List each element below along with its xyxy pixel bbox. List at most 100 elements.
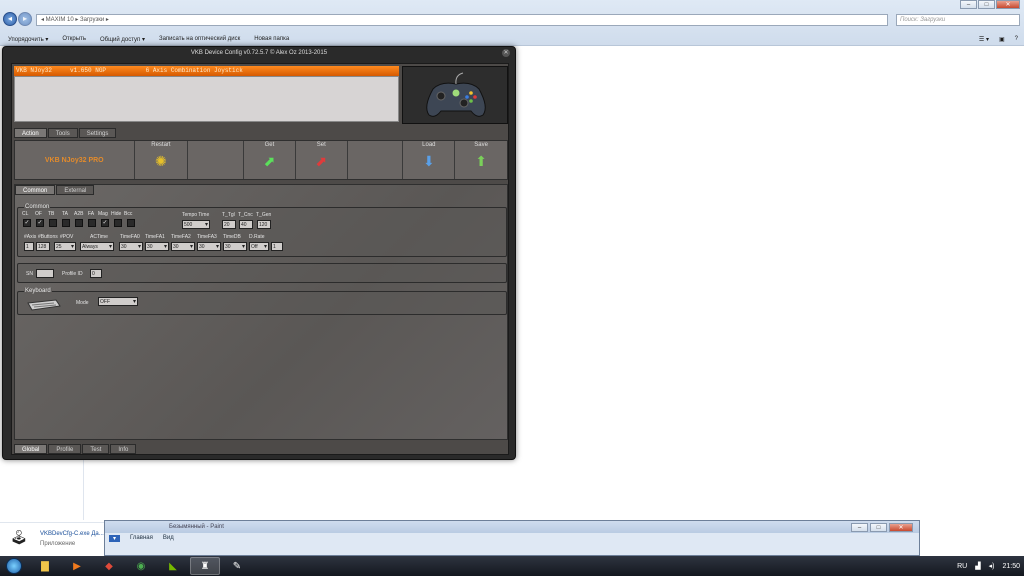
paint-tab-home[interactable]: Главная	[130, 535, 153, 541]
paint-icon[interactable]: ✎	[222, 557, 252, 575]
timedb-select[interactable]: 30	[223, 242, 247, 251]
help-icon[interactable]: ?	[1015, 36, 1018, 43]
forward-icon[interactable]: ▸	[18, 12, 32, 26]
actime-select[interactable]: Always	[80, 242, 114, 251]
paint-maximize-button[interactable]: □	[870, 522, 887, 532]
paint-close-button[interactable]: ✕	[889, 522, 913, 532]
save-button[interactable]: Save ⬆	[455, 141, 507, 179]
common-group-label: Common	[24, 204, 51, 210]
device-row[interactable]: VKB NJoy32 v1.650 NGP 6 Axis Combination…	[14, 66, 399, 76]
t-cnc-label: T_Cnc	[238, 212, 253, 218]
joystick-icon[interactable]: ♜	[190, 557, 220, 575]
paint-title: Безымянный - Paint	[169, 524, 224, 530]
share-button[interactable]: Общий доступ ▾	[100, 36, 145, 43]
tab-test[interactable]: Test	[82, 444, 110, 454]
t-gen-field[interactable]: 120	[257, 220, 271, 229]
restart-button[interactable]: Restart ✺	[135, 141, 189, 179]
close-button[interactable]: ✕	[996, 0, 1020, 9]
pov-label: #POV	[60, 234, 74, 240]
checkbox-fa[interactable]	[88, 219, 96, 227]
tab-action[interactable]: Action	[14, 128, 47, 138]
timefa1-select[interactable]: 30	[145, 242, 169, 251]
checkbox-mag[interactable]: ✓	[101, 219, 109, 227]
buttons-label: #Buttons	[38, 234, 58, 240]
language-indicator[interactable]: RU	[957, 563, 967, 570]
timefa0-select[interactable]: 30	[119, 242, 143, 251]
keyboard-icon	[27, 299, 61, 311]
device-list[interactable]	[14, 76, 399, 122]
drate-field[interactable]: 1	[271, 242, 283, 251]
set-button[interactable]: Set ⬈	[296, 141, 348, 179]
organize-button[interactable]: Упорядочить ▾	[8, 36, 48, 43]
checkbox-ta[interactable]	[62, 219, 70, 227]
tab-tools[interactable]: Tools	[47, 128, 78, 138]
profile-id-field[interactable]: 0	[90, 269, 102, 278]
explorer-caption-buttons: – □ ✕	[960, 0, 1020, 9]
paint-minimize-button[interactable]: –	[851, 522, 868, 532]
toolbar-spacer-2	[348, 141, 404, 179]
timefa2-select[interactable]: 30	[171, 242, 195, 251]
checkbox-hide[interactable]	[114, 219, 122, 227]
nvidia-icon[interactable]: ◣	[158, 557, 188, 575]
view-icon[interactable]: ☰ ▾	[979, 36, 989, 43]
mode-label: Mode	[76, 300, 89, 306]
mode-select[interactable]: OFF	[98, 297, 138, 306]
tempo-time-select[interactable]: 500	[182, 220, 210, 229]
chk-label-a2b: A2B	[74, 211, 84, 217]
tab-info[interactable]: Info	[110, 444, 137, 454]
chk-label-mag: Mag	[98, 211, 108, 217]
address-bar[interactable]: ◂ MAXIM 10 ▸ Загрузки ▸	[36, 14, 888, 26]
timefa1-label: TimeFA1	[145, 234, 165, 240]
tab-external[interactable]: External	[56, 185, 95, 195]
paint-menu-button[interactable]: ▾	[109, 534, 121, 542]
maximize-button[interactable]: □	[978, 0, 995, 9]
toolbar-spacer	[188, 141, 245, 179]
start-button[interactable]	[0, 556, 28, 576]
timefa3-select[interactable]: 30	[197, 242, 221, 251]
media-icon[interactable]: ▶	[62, 557, 92, 575]
chk-label-fa: FA	[88, 211, 95, 217]
checkbox-bcc[interactable]	[127, 219, 135, 227]
drate-select[interactable]: Off	[249, 242, 269, 251]
volume-icon[interactable]: ◂)	[989, 562, 995, 570]
timefa3-label: TimeFA3	[197, 234, 217, 240]
paint-titlebar: Безымянный - Paint – □ ✕	[105, 521, 919, 533]
open-button[interactable]: Открыть	[62, 36, 86, 42]
checkbox-tb[interactable]	[49, 219, 57, 227]
chrome-icon[interactable]: ◉	[126, 557, 156, 575]
load-button[interactable]: Load ⬇	[403, 141, 456, 179]
new-folder-button[interactable]: Новая папка	[254, 36, 289, 42]
chk-label-bcc: Bcc	[124, 211, 133, 217]
vkb-title: VKB Device Config v0.72.5.7 © Alex Oz 20…	[190, 50, 328, 56]
minimize-button[interactable]: –	[960, 0, 977, 9]
gamepad-icon	[426, 72, 486, 117]
sn-field[interactable]	[36, 269, 54, 278]
keyboard-group-label: Keyboard	[24, 288, 52, 294]
network-icon[interactable]: ▟	[975, 562, 980, 570]
app-icon[interactable]: ◆	[94, 557, 124, 575]
checkbox-a2b[interactable]	[75, 219, 83, 227]
pov-select[interactable]: 25	[54, 242, 76, 251]
checkbox-of[interactable]: ✓	[36, 219, 44, 227]
paint-tab-view[interactable]: Вид	[163, 535, 174, 541]
back-icon[interactable]: ◂	[3, 12, 17, 26]
drate-label: D.Rate	[249, 234, 265, 240]
folder-icon[interactable]: ▇	[30, 557, 60, 575]
tab-profile[interactable]: Profile	[48, 444, 82, 454]
buttons-field[interactable]: 128	[36, 242, 50, 251]
burn-button[interactable]: Записать на оптический диск	[159, 36, 240, 42]
sn-group: SN Profile ID 0	[17, 263, 507, 283]
preview-pane-icon[interactable]: ▣	[999, 36, 1005, 43]
axis-field[interactable]: 1	[24, 242, 34, 251]
tab-settings[interactable]: Settings	[78, 128, 117, 138]
tab-common[interactable]: Common	[15, 185, 56, 195]
tab-global[interactable]: Global	[14, 444, 48, 454]
detail-type: Приложение	[40, 541, 76, 547]
close-icon[interactable]: ✕	[502, 49, 510, 57]
t-tgl-field[interactable]: 20	[222, 220, 236, 229]
clock[interactable]: 21:50	[1002, 563, 1020, 570]
search-input[interactable]: Поиск: Загрузки	[896, 14, 1020, 26]
checkbox-cl[interactable]: ✓	[23, 219, 31, 227]
t-cnc-field[interactable]: 40	[239, 220, 253, 229]
get-button[interactable]: Get ⬈	[244, 141, 296, 179]
